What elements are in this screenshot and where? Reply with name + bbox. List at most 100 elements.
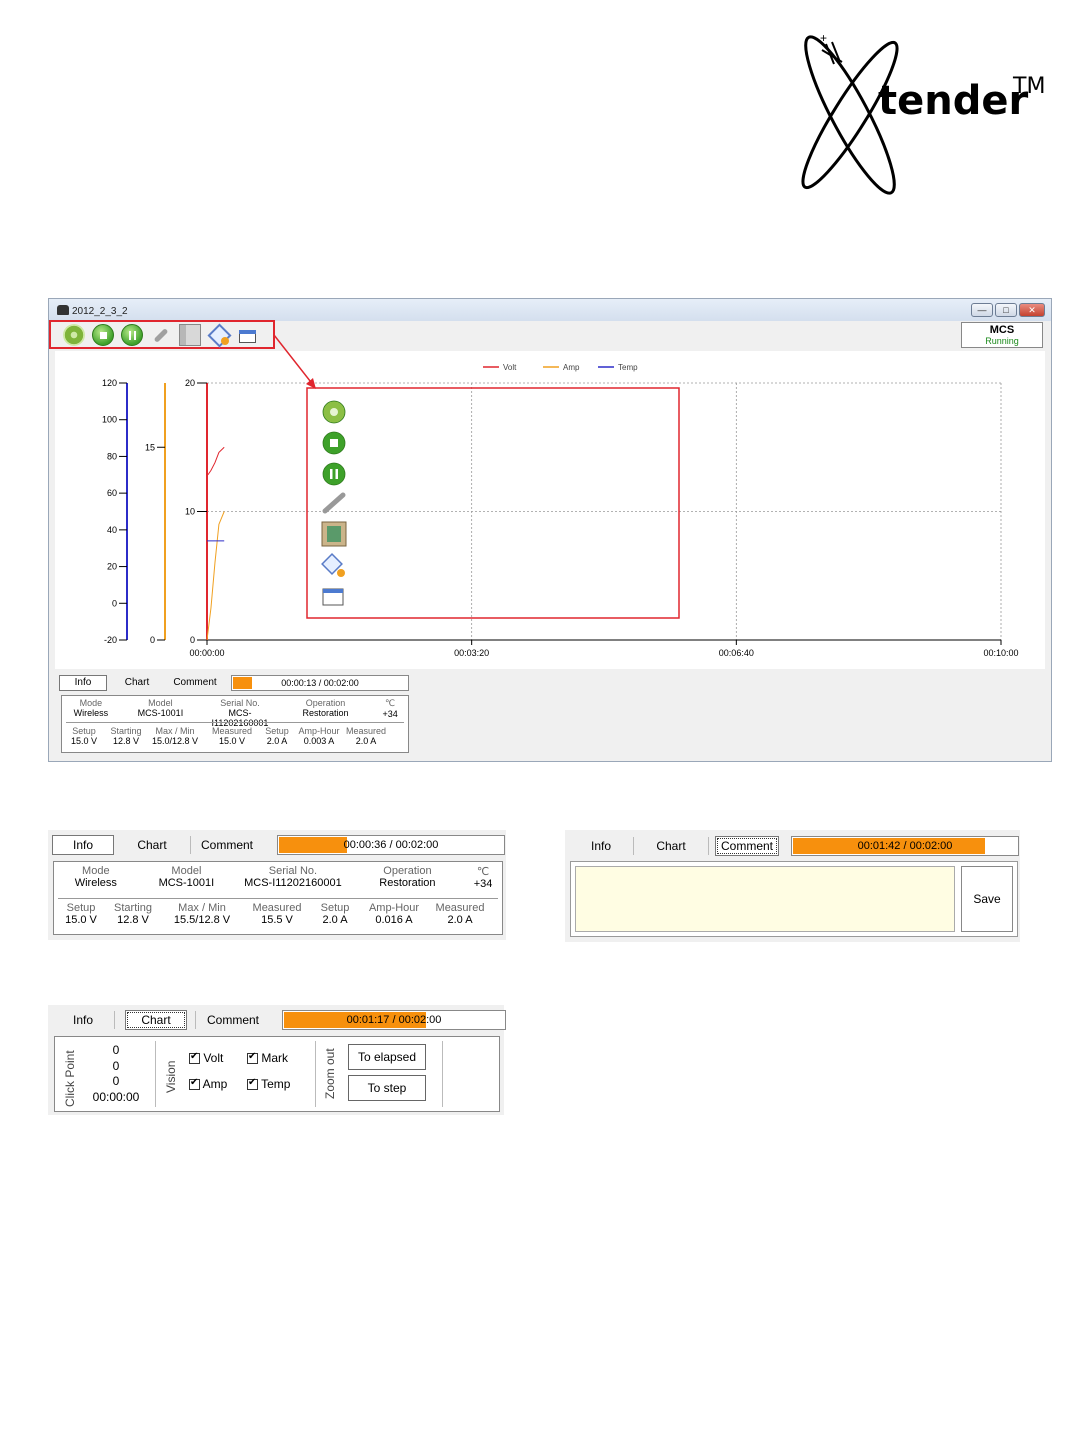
pause-icon xyxy=(322,462,346,486)
click-point-time: 00:00:00 xyxy=(92,1089,140,1104)
tag-icon[interactable] xyxy=(208,324,230,346)
check-mark[interactable]: Mark xyxy=(247,1051,288,1065)
pause-icon[interactable] xyxy=(121,324,143,346)
info-cell-header: Measured xyxy=(435,902,485,914)
info-cell-value: 15.5/12.8 V xyxy=(173,914,231,926)
check-temp[interactable]: Temp xyxy=(247,1077,290,1091)
info-cell: Setup 15.0 V xyxy=(54,902,108,926)
info-panel-tabs: Info Chart Comment 00:00:36 / 00:02:00 xyxy=(52,835,505,855)
window-tabs: Info Chart Comment 00:00:13 / 00:02:00 xyxy=(59,675,409,691)
info-cell-value: 15.5 V xyxy=(261,914,293,926)
info-cell-header: Mode xyxy=(79,698,103,708)
tab-chart[interactable]: Chart xyxy=(107,676,167,690)
amp-checkbox[interactable] xyxy=(189,1077,200,1091)
click-point-value: 0 xyxy=(112,1074,120,1088)
volt-tick-label: 10 xyxy=(185,507,195,517)
check-amp[interactable]: Amp xyxy=(189,1077,227,1091)
save-button[interactable]: Save xyxy=(961,866,1013,932)
minimize-button[interactable]: — xyxy=(971,303,993,317)
tab-info[interactable]: Info xyxy=(59,675,107,691)
chart-area[interactable]: 00:00:00 00:03:20 00:06:40 00:10:00 20 10 0 15 0… xyxy=(55,351,1045,669)
info-cell-header: Max / Min xyxy=(155,726,195,736)
tab-chart[interactable]: Chart xyxy=(634,837,709,855)
click-point-values: 0 0 0 00:00:00 xyxy=(85,1043,147,1105)
info-cell-header: ℃ xyxy=(476,866,490,878)
legend-label: Temp xyxy=(618,363,638,372)
info-cell-header: Model xyxy=(148,698,173,708)
pause-symbol xyxy=(335,469,338,479)
tab-chart[interactable]: Chart xyxy=(114,836,191,854)
info-divider xyxy=(66,722,404,723)
to-elapsed-button[interactable]: To elapsed xyxy=(348,1044,426,1070)
comment-container: Save xyxy=(570,861,1018,937)
progress-text: 00:01:42 / 00:02:00 xyxy=(857,840,953,852)
tab-comment[interactable]: Comment xyxy=(715,836,779,856)
info-row-measure: Setup 15.0 V Starting 12.8 V Max / Min 15.0/1… xyxy=(62,726,408,746)
info-cell: Starting 12.8 V xyxy=(108,902,158,926)
tab-chart[interactable]: Chart xyxy=(125,1010,187,1030)
status-box: MCS Running xyxy=(961,322,1043,348)
temp-tick-label: 60 xyxy=(107,488,117,498)
info-cell-value: Restoration xyxy=(379,877,436,889)
progress-bar: 00:01:42 / 00:02:00 xyxy=(791,836,1019,856)
overlay-highlight-box xyxy=(306,387,680,619)
info-cell: Operation Restoration xyxy=(351,865,465,890)
app-window: 2012_2_3_2 — □ ✕ MCS Running 00:00:00 00:… xyxy=(48,298,1052,762)
title-bar: 2012_2_3_2 — □ ✕ xyxy=(49,299,1051,321)
info-cell: Starting 12.8 V xyxy=(106,726,146,746)
chart-controls: Click Point 0 0 0 00:00:00 Vision Volt M… xyxy=(54,1036,500,1112)
comment-panel-example: Info Chart Comment 00:01:42 / 00:02:00 S… xyxy=(565,830,1020,942)
tab-info[interactable]: Info xyxy=(52,835,114,855)
maximize-button[interactable]: □ xyxy=(995,303,1017,317)
info-cell-value: 15.0 V xyxy=(218,736,246,746)
mark-checkbox[interactable] xyxy=(247,1051,258,1065)
info-cell-header: Setup xyxy=(265,726,289,736)
tab-comment[interactable]: Comment xyxy=(167,676,223,690)
gear-hub xyxy=(330,408,338,416)
vision-label: Vision xyxy=(164,1060,178,1093)
click-point-value: 0 xyxy=(112,1058,120,1073)
info-cell-value: +34 xyxy=(473,878,493,890)
amp-tick-label: 0 xyxy=(150,635,155,645)
book-icon[interactable] xyxy=(179,324,201,346)
to-step-button[interactable]: To step xyxy=(348,1075,426,1101)
tab-info[interactable]: Info xyxy=(52,1011,115,1029)
click-point-label: Click Point xyxy=(63,1050,77,1107)
gear-icon[interactable] xyxy=(63,324,85,346)
zoom-out-label: Zoom out xyxy=(323,1048,337,1099)
line-chart[interactable]: 00:00:00 00:03:20 00:06:40 00:10:0020100150… xyxy=(55,351,1045,669)
info-cell: Mode Wireless xyxy=(54,865,138,890)
info-cell-value: 15.0 V xyxy=(65,914,97,926)
stop-icon[interactable] xyxy=(92,324,114,346)
stop-symbol xyxy=(330,439,338,447)
link-icon[interactable] xyxy=(150,324,172,346)
comment-textarea[interactable] xyxy=(575,866,955,932)
volt-checkbox[interactable] xyxy=(189,1051,200,1065)
close-button[interactable]: ✕ xyxy=(1019,303,1045,317)
info-cell-value: 0.003 A xyxy=(303,736,335,746)
amp-check-label: Amp xyxy=(202,1077,228,1091)
series-line-amp xyxy=(206,511,225,641)
tab-comment[interactable]: Comment xyxy=(195,1011,270,1029)
tab-info[interactable]: Info xyxy=(569,837,634,855)
info-cell-header: Serial No. xyxy=(220,698,260,708)
progress-bar: 00:00:13 / 00:02:00 xyxy=(231,675,409,691)
tab-comment[interactable]: Comment xyxy=(191,836,263,854)
toolbar xyxy=(63,323,259,347)
window-icon[interactable] xyxy=(237,324,259,346)
check-volt[interactable]: Volt xyxy=(189,1051,223,1065)
comment-panel-tabs: Info Chart Comment 00:01:42 / 00:02:00 xyxy=(569,836,1019,856)
chart-panel-tabs: Info Chart Comment 00:01:17 / 00:02:00 xyxy=(52,1010,506,1030)
info-cell-value: +34 xyxy=(382,709,398,719)
info-cell-header: Measured xyxy=(252,902,302,914)
temp-checkbox[interactable] xyxy=(247,1077,258,1091)
info-cell: ℃ +34 xyxy=(372,698,408,728)
info-cell: Max / Min 15.0/12.8 V xyxy=(146,726,204,746)
info-table: Mode Wireless Model MCS-1001I Serial No. MCS-… xyxy=(53,861,503,935)
info-cell-value: MCS-1001I xyxy=(137,708,184,718)
info-cell-header: Setup xyxy=(320,902,350,914)
xtender-logo: + tender TM xyxy=(790,20,1060,195)
info-cell-header: ℃ xyxy=(385,698,396,708)
info-cell: Mode Wireless xyxy=(62,698,120,728)
info-cell-value: 15.0/12.8 V xyxy=(151,736,199,746)
